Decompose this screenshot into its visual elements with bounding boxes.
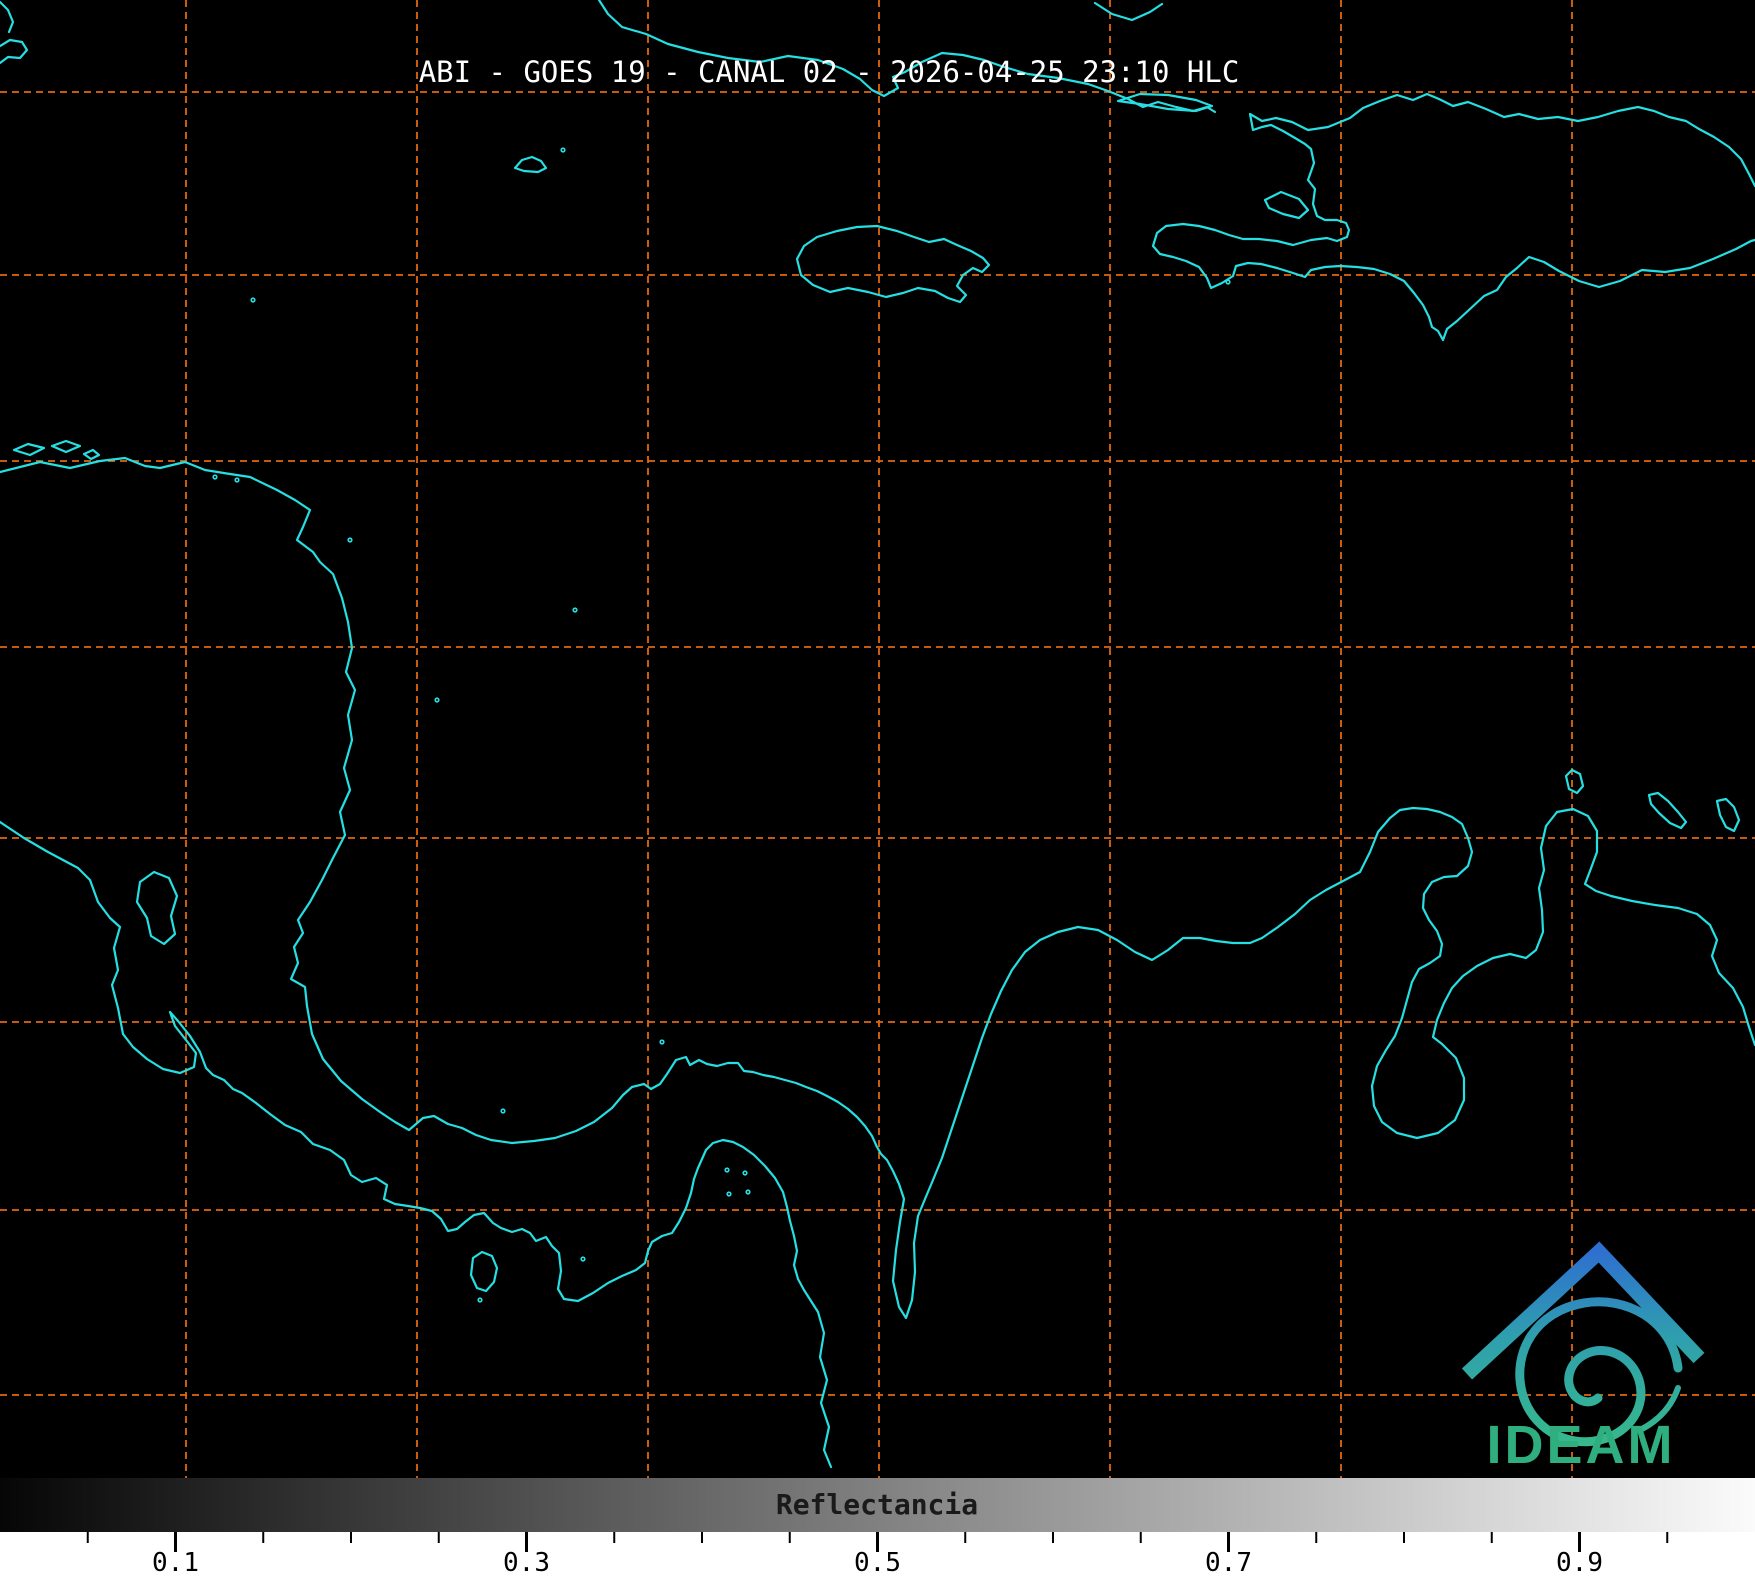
colorbar-title: Reflectancia	[776, 1488, 978, 1521]
ideam-logo-text: IDEAM	[1487, 1415, 1676, 1475]
colorbar-tick-label: 0.7	[1205, 1548, 1252, 1577]
colorbar-tick-label: 0.3	[503, 1548, 550, 1577]
satellite-image-canvas: ABI - GOES 19 - CANAL 02 - 2026-04-25 23…	[0, 0, 1755, 1577]
goes-satellite-product: ABI - GOES 19 - CANAL 02 - 2026-04-25 23…	[0, 0, 1755, 1577]
colorbar: 0.1 0.3 0.5 0.7 0.9 Reflectancia	[0, 1478, 1755, 1577]
colorbar-tick-label: 0.5	[854, 1548, 901, 1577]
colorbar-tick-label: 0.9	[1556, 1548, 1603, 1577]
map-background	[0, 0, 1755, 1478]
colorbar-tick-label: 0.1	[152, 1548, 199, 1577]
map-title: ABI - GOES 19 - CANAL 02 - 2026-04-25 23…	[419, 55, 1240, 89]
